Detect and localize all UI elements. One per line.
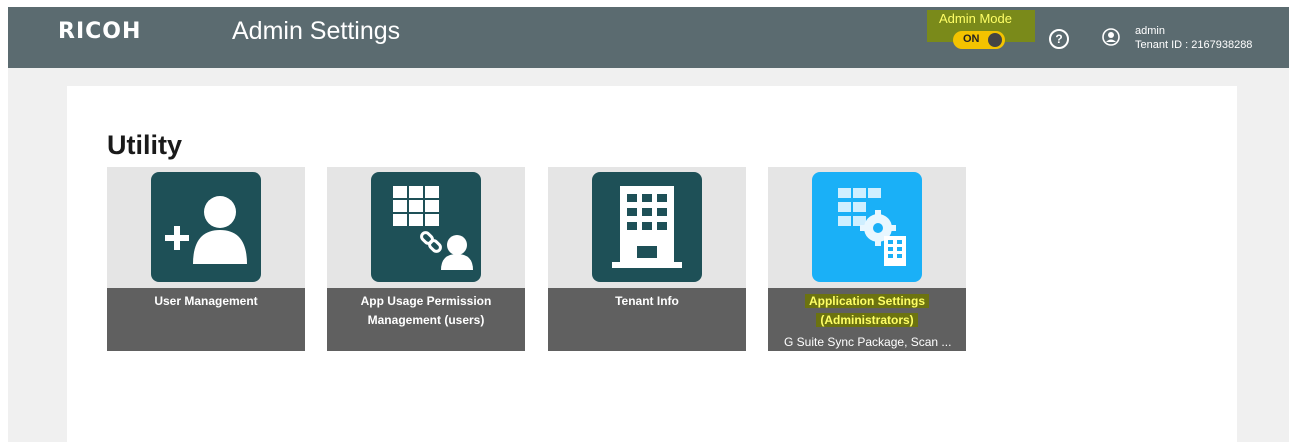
tile-label-line1: Application Settings (768, 292, 966, 311)
tenant-id: Tenant ID : 2167938288 (1135, 39, 1253, 51)
tile-label: User Management (154, 294, 258, 308)
app-permission-icon (371, 172, 481, 282)
admin-mode-label: Admin Mode (939, 11, 1012, 26)
tile-sublabel: G Suite Sync Package, Scan ... (784, 335, 952, 349)
tile-label: Tenant Info (615, 294, 679, 308)
tile-tenant-info[interactable]: Tenant Info (548, 167, 746, 351)
admin-mode-toggle[interactable]: ON (953, 31, 1005, 49)
tile-label-line2: Management (users) (367, 313, 485, 327)
tile-label-line2: (Administrators) (768, 311, 966, 330)
tile-label-area: Application Settings (Administrators) G … (768, 288, 966, 351)
tile-app-usage-permission[interactable]: App Usage Permission Management (users) (327, 167, 525, 351)
user-name: admin (1135, 25, 1165, 37)
tile-label: Application Settings (Administrators) (768, 292, 966, 330)
help-icon[interactable]: ? (1049, 29, 1069, 49)
tile-icon-area (548, 167, 746, 288)
top-bar: RICOH Admin Settings (8, 7, 1289, 68)
tile-label-area: User Management (107, 288, 305, 351)
user-account-icon[interactable] (1102, 28, 1120, 46)
toggle-knob (988, 33, 1002, 47)
tile-icon-area (768, 167, 966, 288)
building-icon (592, 172, 702, 282)
tile-label-line1-text: Application Settings (804, 294, 929, 308)
tile-icon-area (327, 167, 525, 288)
section-title: Utility (107, 130, 183, 160)
tile-label-line1: App Usage Permission (360, 294, 492, 308)
tile-label-area: App Usage Permission Management (users) (327, 288, 525, 351)
tile-user-management[interactable]: User Management (107, 167, 305, 351)
ricoh-logo: RICOH (58, 19, 142, 44)
tile-icon-area (107, 167, 305, 288)
tile-application-settings[interactable]: Application Settings (Administrators) G … (768, 167, 966, 351)
tile-label: App Usage Permission Management (users) (327, 292, 525, 330)
tile-label-line2-text: (Administrators) (816, 313, 918, 327)
add-user-icon (151, 172, 261, 282)
toggle-state-label: ON (963, 33, 980, 45)
page-title: Admin Settings (232, 17, 401, 45)
app-settings-icon (812, 172, 922, 282)
tile-label-area: Tenant Info (548, 288, 746, 351)
